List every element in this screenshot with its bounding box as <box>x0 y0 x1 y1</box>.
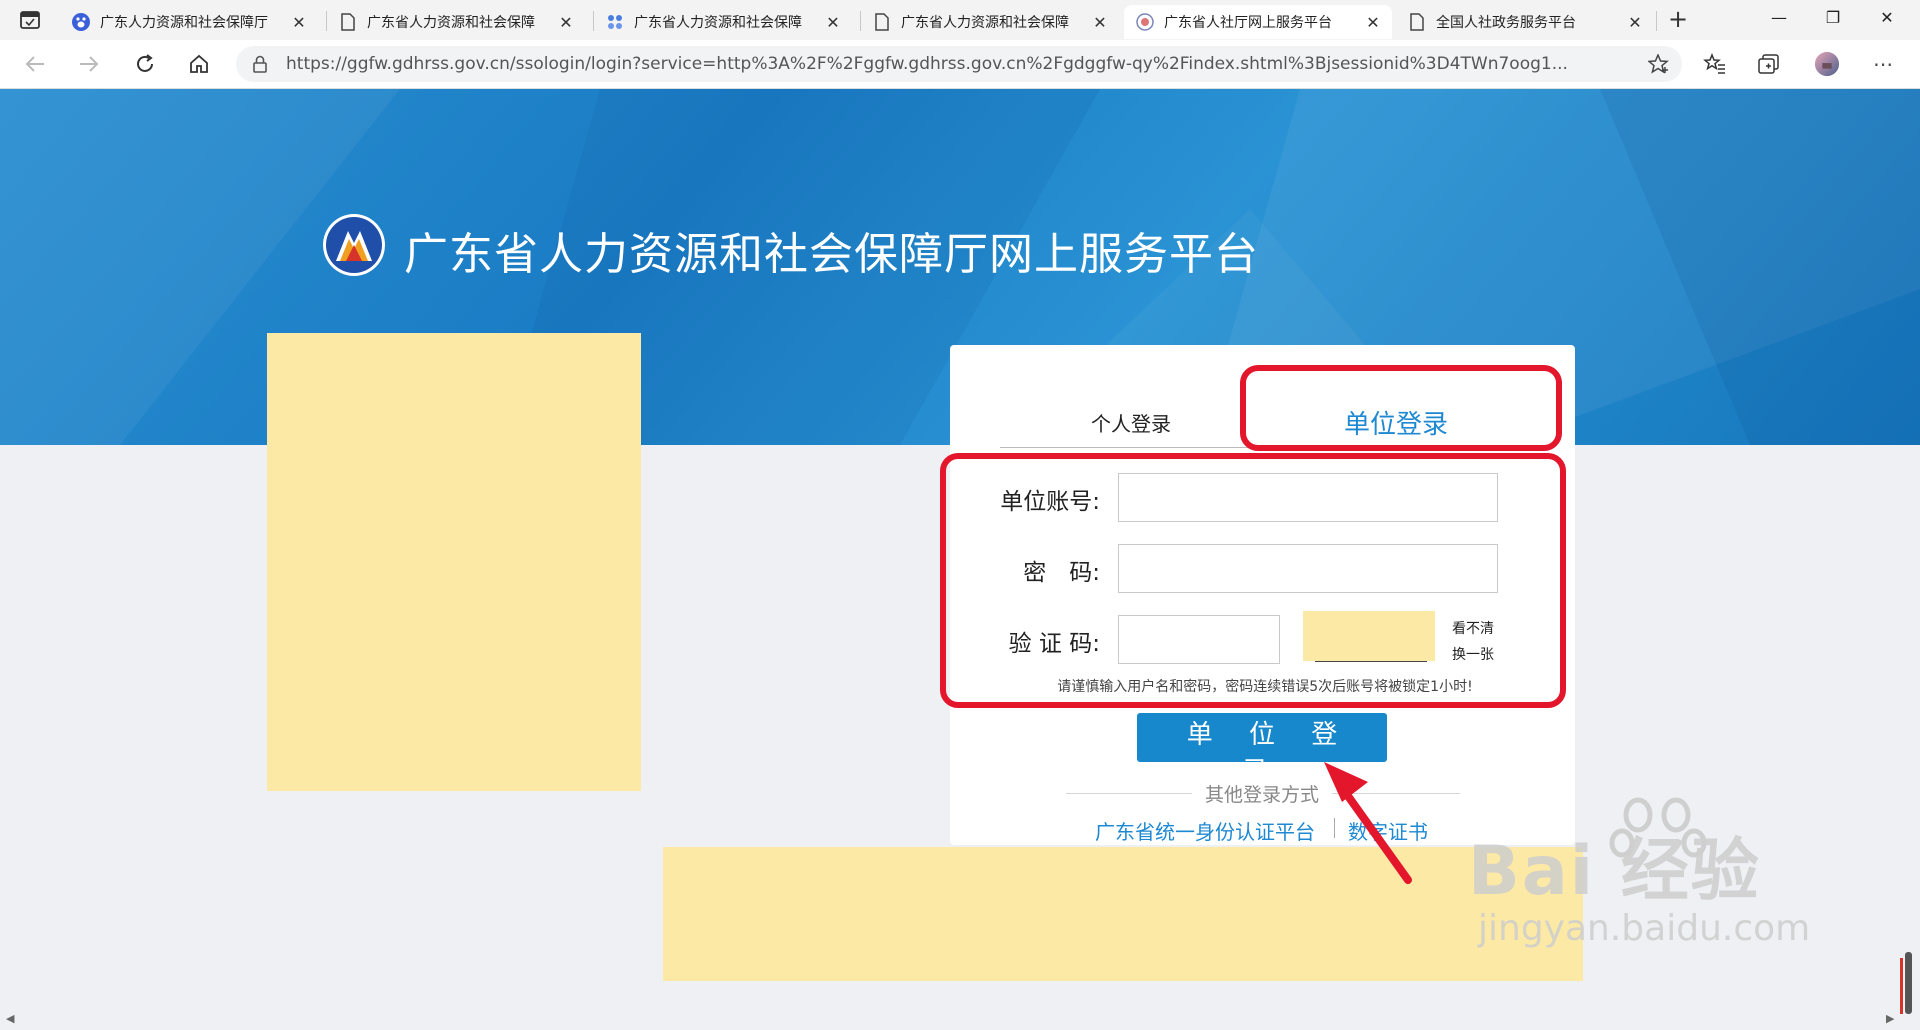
back-arrow-icon[interactable] <box>22 52 48 76</box>
refresh-icon[interactable] <box>132 52 158 76</box>
home-icon[interactable] <box>186 52 212 76</box>
tab-divider <box>1000 447 1262 448</box>
captcha-unclear-link[interactable]: 看不清 <box>1452 616 1494 642</box>
page-icon <box>873 13 891 31</box>
unified-auth-link[interactable]: 广东省统一身份认证平台 <box>1095 816 1315 845</box>
captcha-refresh-links[interactable]: 看不清 换一张 <box>1452 616 1494 668</box>
baidu-paw-icon <box>606 13 624 31</box>
add-favorite-icon[interactable] <box>1647 53 1670 78</box>
avatar[interactable] <box>1814 51 1840 77</box>
favorites-icon[interactable] <box>1702 52 1728 76</box>
site-logo-icon <box>1136 13 1154 31</box>
baidu-watermark: Bai 经验 jingyan.baidu.com <box>1468 797 1811 949</box>
browser-tab-1[interactable]: 广东人力资源和社会保障厅 ✕ <box>60 5 318 39</box>
tab-actions-icon[interactable] <box>14 8 46 32</box>
forward-arrow-icon[interactable] <box>76 52 102 76</box>
redacted-banner-image <box>267 333 641 791</box>
browser-tab-2[interactable]: 广东省人力资源和社会保障 ✕ <box>327 5 585 39</box>
captcha-underline <box>1315 661 1427 662</box>
close-icon[interactable]: ✕ <box>1364 13 1382 32</box>
browser-tab-3[interactable]: 广东省人力资源和社会保障 ✕ <box>594 5 852 39</box>
watermark-sub: jingyan.baidu.com <box>1478 908 1811 949</box>
tab-title: 全国人社政务服务平台 <box>1436 15 1576 31</box>
restore-button[interactable]: ❐ <box>1818 8 1848 32</box>
divider-line-left <box>1066 793 1192 794</box>
captcha-input[interactable] <box>1118 615 1280 664</box>
vertical-scrollbar[interactable] <box>1905 952 1912 1014</box>
captcha-refresh-link[interactable]: 换一张 <box>1452 642 1494 668</box>
tab-title: 广东省人社厅网上服务平台 <box>1164 15 1332 31</box>
login-warning-text: 请谨慎输入用户名和密码，密码连续错误5次后账号将被锁定1小时! <box>1057 679 1473 695</box>
close-icon[interactable]: ✕ <box>1626 13 1644 32</box>
highlight-box-unit-tab <box>1240 365 1562 451</box>
captcha-image[interactable] <box>1303 611 1435 661</box>
password-label: 密 码: <box>1023 560 1100 586</box>
scroll-position-marker <box>1900 958 1903 1014</box>
browser-toolbar: https://ggfw.gdhrss.gov.cn/ssologin/logi… <box>0 40 1920 89</box>
url-text[interactable]: https://ggfw.gdhrss.gov.cn/ssologin/logi… <box>286 54 1616 74</box>
site-logo-icon <box>322 213 386 277</box>
tab-title: 广东省人力资源和社会保障 <box>901 15 1069 31</box>
lock-icon[interactable] <box>252 55 268 77</box>
scroll-right-arrow-icon[interactable]: ▶ <box>1886 1012 1894 1025</box>
collections-icon[interactable] <box>1756 52 1782 76</box>
browser-tab-6[interactable]: 全国人社政务服务平台 ✕ <box>1396 5 1654 39</box>
password-input[interactable] <box>1118 544 1498 593</box>
minimize-button[interactable]: — <box>1764 8 1794 32</box>
new-tab-button[interactable]: + <box>1666 7 1690 32</box>
baidu-paw-icon <box>1609 797 1707 858</box>
browser-tab-4[interactable]: 广东省人力资源和社会保障 ✕ <box>861 5 1119 39</box>
site-title: 广东省人力资源和社会保障厅网上服务平台 <box>404 229 1259 280</box>
tab-title: 广东省人力资源和社会保障 <box>634 15 802 31</box>
unit-account-input[interactable] <box>1118 473 1498 522</box>
tab-separator <box>1656 11 1657 31</box>
annotation-arrow-icon <box>1324 762 1412 884</box>
scroll-left-arrow-icon[interactable]: ◀ <box>6 1012 14 1025</box>
baidu-paw-icon <box>72 13 90 31</box>
redacted-footer-image <box>663 847 1583 981</box>
close-icon[interactable]: ✕ <box>557 13 575 32</box>
close-icon[interactable]: ✕ <box>290 13 308 32</box>
window-close-button[interactable]: ✕ <box>1872 8 1902 32</box>
tab-strip: 广东人力资源和社会保障厅 ✕ 广东省人力资源和社会保障 ✕ 广东省人力资源和社会… <box>0 0 1920 40</box>
captcha-label: 验 证 码: <box>1008 631 1100 657</box>
page-icon <box>339 13 357 31</box>
address-bar[interactable]: https://ggfw.gdhrss.gov.cn/ssologin/logi… <box>236 46 1682 82</box>
tab-title: 广东人力资源和社会保障厅 <box>100 15 268 31</box>
close-icon[interactable]: ✕ <box>824 13 842 32</box>
tab-title: 广东省人力资源和社会保障 <box>367 15 535 31</box>
account-label: 单位账号: <box>1000 489 1100 515</box>
more-options-icon[interactable]: ⋯ <box>1870 52 1896 76</box>
close-icon[interactable]: ✕ <box>1091 13 1109 32</box>
browser-tab-5-active[interactable]: 广东省人社厅网上服务平台 ✕ <box>1124 5 1392 39</box>
tab-personal-login[interactable]: 个人登录 <box>1000 408 1262 437</box>
unit-login-button[interactable]: 单 位 登 录 <box>1137 713 1387 787</box>
page-icon <box>1408 13 1426 31</box>
